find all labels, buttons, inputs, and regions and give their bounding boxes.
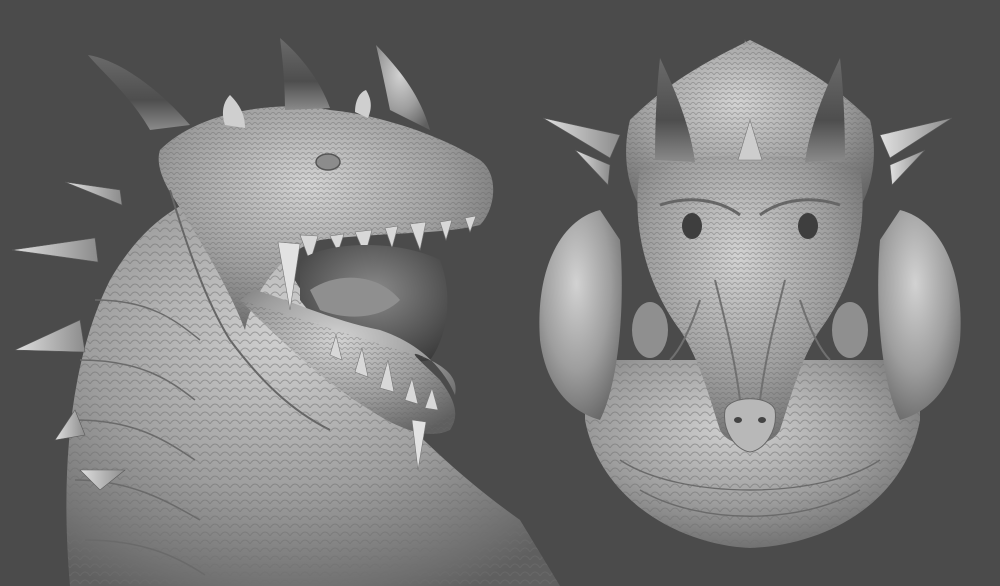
cheek-right <box>832 302 868 358</box>
front-eye-right <box>798 213 818 239</box>
front-view-dragon <box>539 38 961 548</box>
cheek-left <box>632 302 668 358</box>
horn-back <box>88 55 190 130</box>
front-eye-left <box>682 213 702 239</box>
nostril-right <box>758 417 766 423</box>
nostril-left <box>734 417 742 423</box>
render-canvas <box>0 0 1000 586</box>
horn-spur-1 <box>222 95 245 128</box>
eye <box>315 153 341 171</box>
horn-middle <box>280 38 330 110</box>
side-view-dragon <box>11 38 561 586</box>
sculpt-render <box>11 38 961 586</box>
horn-spur-2 <box>355 90 371 118</box>
right-frill <box>878 210 961 420</box>
horn-front <box>376 45 430 130</box>
left-frill <box>539 210 622 420</box>
